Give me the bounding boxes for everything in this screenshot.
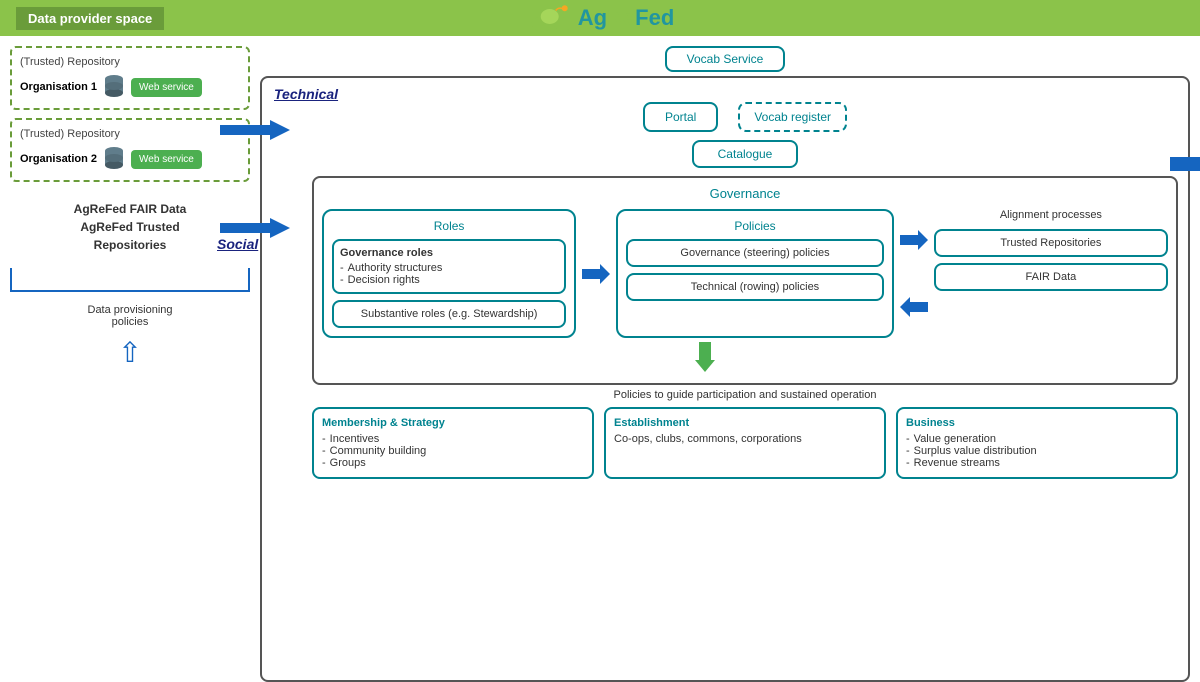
arrow-org2-svg bbox=[220, 218, 290, 238]
governance-roles-box: Governance roles - Authority structures … bbox=[332, 239, 566, 294]
right-panel: Users Vocab Service Technical Portal Voc… bbox=[260, 46, 1190, 652]
membership-bullet1: - Incentives bbox=[322, 433, 584, 445]
gov-steering-box: Governance (steering) policies bbox=[626, 239, 884, 267]
org1-name: Organisation 1 bbox=[20, 81, 97, 93]
gov-inner-row: Roles Governance roles - Authority struc… bbox=[322, 209, 1168, 338]
vocab-register-box: Vocab register bbox=[738, 102, 847, 132]
header-title: Data provider space bbox=[16, 7, 164, 30]
roles-bullet2: - Decision rights bbox=[340, 274, 558, 286]
alignment-title: Alignment processes bbox=[934, 209, 1168, 221]
org2-row: Organisation 2 Web service bbox=[20, 146, 240, 172]
vocab-service-area: Vocab Service bbox=[260, 46, 1190, 72]
fair-data-section: AgReFed FAIR Data AgReFed Trusted Reposi… bbox=[10, 198, 250, 256]
arrow-org2-right bbox=[220, 218, 290, 241]
tech-policies-box: Technical (rowing) policies bbox=[626, 273, 884, 301]
green-down-arrow-area bbox=[242, 342, 1168, 375]
up-arrow-icon: ⇧ bbox=[10, 336, 250, 369]
business-bullet2: - Surplus value distribution bbox=[906, 445, 1168, 457]
org1-row: Organisation 1 Web service bbox=[20, 74, 240, 100]
technical-box: Technical Portal Vocab register Catalogu… bbox=[260, 76, 1190, 682]
logo-icon bbox=[526, 3, 574, 33]
vocab-service-box: Vocab Service bbox=[665, 46, 786, 72]
membership-bullet2: - Community building bbox=[322, 445, 584, 457]
arrow-pol-align-bot-svg bbox=[900, 297, 928, 317]
business-bullet3: - Revenue streams bbox=[906, 457, 1168, 469]
db-icon-1 bbox=[103, 74, 125, 100]
establishment-bullet1: Co-ops, clubs, commons, corporations bbox=[614, 433, 876, 445]
governance-title: Governance bbox=[322, 186, 1168, 201]
policies-outer-title: Policies bbox=[626, 219, 884, 233]
substantive-roles-box: Substantive roles (e.g. Stewardship) bbox=[332, 300, 566, 328]
policies-outer-box: Policies Governance (steering) policies … bbox=[616, 209, 894, 338]
establishment-box: Establishment Co-ops, clubs, commons, co… bbox=[604, 407, 886, 479]
alignment-col: Alignment processes Trusted Repositories… bbox=[934, 209, 1168, 338]
roles-bullet1: - Authority structures bbox=[340, 262, 558, 274]
repo2-label: (Trusted) Repository bbox=[20, 128, 240, 140]
business-box: Business - Value generation - Surplus va… bbox=[896, 407, 1178, 479]
data-prov-line1: Data provisioning bbox=[10, 304, 250, 316]
web-service-btn-1: Web service bbox=[131, 78, 202, 97]
repo2-box: (Trusted) Repository Organisation 2 Web … bbox=[10, 118, 250, 182]
policies-guide-section: Policies to guide participation and sust… bbox=[312, 389, 1178, 479]
repo1-box: (Trusted) Repository Organisation 1 Web … bbox=[10, 46, 250, 110]
users-arrow-icon: Users bbox=[1170, 151, 1200, 177]
business-title: Business bbox=[906, 417, 1168, 429]
green-arrow-down-svg bbox=[695, 342, 715, 372]
portal-vocab-row: Portal Vocab register bbox=[312, 102, 1178, 132]
governance-box: Governance Roles Governance roles - bbox=[312, 176, 1178, 385]
arrow-pol-align-top-svg bbox=[900, 230, 928, 250]
repo1-label: (Trusted) Repository bbox=[20, 56, 240, 68]
gov-policies-title: Governance (steering) policies bbox=[634, 247, 876, 259]
web-service-btn-2: Web service bbox=[131, 150, 202, 169]
bottom-boxes: Membership & Strategy - Incentives - Com… bbox=[312, 407, 1178, 479]
business-bullet1: - Value generation bbox=[906, 433, 1168, 445]
trusted-repos-label: Trusted Repositories bbox=[942, 237, 1160, 249]
catalogue-box: Catalogue bbox=[692, 140, 799, 168]
arrow-org1-right bbox=[220, 120, 290, 143]
social-area: Social Governance Roles Governance roles bbox=[272, 176, 1178, 385]
fair-data-line3: Repositories bbox=[10, 238, 250, 252]
portal-box: Portal bbox=[643, 102, 718, 132]
tech-policies-title: Technical (rowing) policies bbox=[634, 281, 876, 293]
policies-alignment-arrows bbox=[900, 209, 928, 338]
data-prov-line2: policies bbox=[10, 316, 250, 328]
logo-text: AgReFed bbox=[578, 5, 675, 31]
bracket-section bbox=[10, 268, 250, 292]
data-prov-section: Data provisioning policies bbox=[10, 304, 250, 328]
substantive-title: Substantive roles (e.g. Stewardship) bbox=[340, 308, 558, 320]
fair-data-line1: AgReFed FAIR Data bbox=[10, 202, 250, 216]
roles-outer-box: Roles Governance roles - Authority struc… bbox=[322, 209, 576, 338]
org2-name: Organisation 2 bbox=[20, 153, 97, 165]
db-icon-2 bbox=[103, 146, 125, 172]
gov-roles-title: Governance roles bbox=[340, 247, 558, 259]
fair-data-line2: AgReFed Trusted bbox=[10, 220, 250, 234]
fair-data-box: FAIR Data bbox=[934, 263, 1168, 291]
roles-outer-title: Roles bbox=[332, 219, 566, 233]
membership-box: Membership & Strategy - Incentives - Com… bbox=[312, 407, 594, 479]
fair-data-label: FAIR Data bbox=[942, 271, 1160, 283]
membership-title: Membership & Strategy bbox=[322, 417, 584, 429]
establishment-title: Establishment bbox=[614, 417, 876, 429]
trusted-repos-box: Trusted Repositories bbox=[934, 229, 1168, 257]
catalogue-area: Catalogue bbox=[312, 140, 1178, 168]
main-content: (Trusted) Repository Organisation 1 Web … bbox=[0, 36, 1200, 662]
policies-guide-title: Policies to guide participation and sust… bbox=[312, 389, 1178, 401]
header-bar: Data provider space AgReFed bbox=[0, 0, 1200, 36]
left-panel: (Trusted) Repository Organisation 1 Web … bbox=[10, 46, 250, 652]
arrow-roles-policies-svg bbox=[582, 264, 610, 284]
logo-area: AgReFed bbox=[526, 3, 675, 33]
roles-policies-arrow bbox=[582, 209, 610, 338]
arrow-right-users-svg bbox=[1170, 151, 1200, 177]
technical-label: Technical bbox=[274, 86, 338, 102]
membership-bullet3: - Groups bbox=[322, 457, 584, 469]
arrow-org1-svg bbox=[220, 120, 290, 140]
